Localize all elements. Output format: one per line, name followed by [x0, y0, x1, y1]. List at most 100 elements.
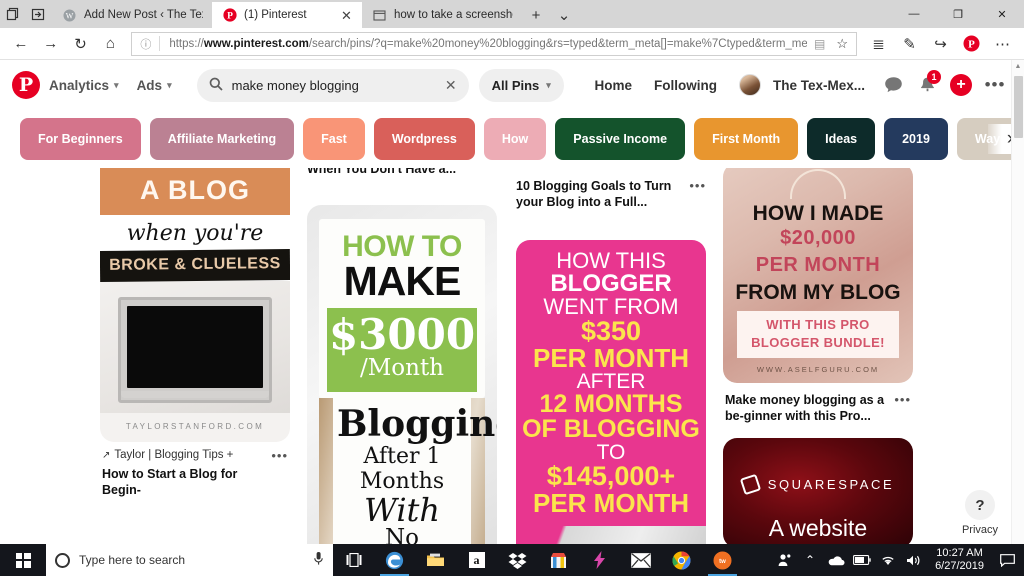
minimize-button[interactable]: — — [892, 0, 936, 28]
pinterest-logo-icon[interactable]: P — [12, 71, 40, 99]
privacy-label[interactable]: Privacy — [950, 524, 1010, 536]
filter-pill-for-beginners[interactable]: For Beginners — [20, 118, 141, 160]
refresh-icon[interactable]: ↻ — [66, 29, 96, 59]
taskbar-app-file-explorer[interactable] — [415, 544, 456, 576]
pin-card-make-3000-per-month[interactable]: HOW TO MAKE $3000 /Month Blogging After … — [307, 205, 497, 544]
filter-pill-first-month[interactable]: First Month — [694, 118, 799, 160]
filter-pill-affiliate-marketing[interactable]: Affiliate Marketing — [149, 118, 295, 160]
taskbar-search-box[interactable]: Type here to search — [46, 544, 333, 576]
pin-image[interactable]: HOW THIS BLOGGER WENT FROM $350 PER MONT… — [516, 240, 706, 544]
pin-image[interactable]: HOW TO MAKE $3000 /Month Blogging After … — [307, 205, 497, 544]
filter-pill-fast[interactable]: Fast — [303, 118, 365, 160]
action-center-icon[interactable] — [992, 544, 1022, 576]
microphone-icon[interactable] — [313, 551, 324, 569]
filter-pill-how[interactable]: How — [483, 118, 547, 160]
account-menu[interactable]: The Tex-Mex... — [728, 74, 876, 96]
tabs-you-set-aside-icon[interactable] — [31, 7, 46, 22]
pin-card-350-to-145000-per-month[interactable]: HOW THIS BLOGGER WENT FROM $350 PER MONT… — [516, 240, 706, 544]
scroll-up-icon[interactable]: ▲ — [1012, 60, 1024, 73]
browser-tab-2[interactable]: how to take a screenshot - I — [362, 2, 522, 28]
taskbar-app-tailwind[interactable]: tw — [702, 544, 743, 576]
svg-text:tw: tw — [719, 559, 726, 565]
onedrive-icon[interactable] — [823, 544, 849, 576]
volume-icon[interactable] — [901, 544, 927, 576]
filter-pill-2019[interactable]: 2019 — [884, 118, 948, 160]
pin-image[interactable]: HOW TO START A BLOG when you're BROKE & … — [100, 168, 290, 442]
start-button[interactable] — [0, 544, 46, 576]
back-icon[interactable]: ← — [6, 29, 36, 59]
scrollbar-thumb[interactable] — [1014, 76, 1023, 138]
pin-more-icon[interactable]: ••• — [271, 448, 288, 463]
taskbar-app-chrome[interactable] — [661, 544, 702, 576]
maximize-button[interactable]: ❐ — [936, 0, 980, 28]
search-input[interactable] — [231, 77, 436, 93]
clear-search-icon[interactable]: ✕ — [445, 77, 457, 94]
taskbar-app-edge[interactable] — [374, 544, 415, 576]
taskbar-app-mail[interactable] — [620, 544, 661, 576]
notifications-button[interactable]: 1 — [910, 68, 944, 102]
home-icon[interactable]: ⌂ — [95, 29, 125, 59]
pin-source[interactable]: ↗ Taylor | Blogging Tips + ••• — [102, 448, 288, 463]
nav-following[interactable]: Following — [643, 78, 728, 93]
wifi-icon[interactable] — [875, 544, 901, 576]
favorite-star-icon[interactable]: ☆ — [832, 36, 852, 52]
filter-pill-passive-income[interactable]: Passive Income — [555, 118, 686, 160]
messages-button[interactable] — [876, 68, 910, 102]
privacy-badge[interactable]: ? Privacy — [950, 490, 1010, 536]
all-pins-dropdown[interactable]: All Pins ▾ — [478, 68, 564, 102]
pin-more-icon[interactable]: ••• — [689, 178, 706, 194]
forward-icon[interactable]: → — [36, 29, 66, 59]
taskbar-app-lightning[interactable] — [579, 544, 620, 576]
browser-tab-0[interactable]: W Add New Post ‹ The Tex-Me — [52, 2, 212, 28]
nav-home[interactable]: Home — [583, 78, 643, 93]
pin-art-l3: WENT FROM — [543, 294, 679, 319]
task-view-button[interactable] — [333, 544, 374, 576]
filter-pill-ideas[interactable]: Ideas — [807, 118, 876, 160]
browser-tab-2-title: how to take a screenshot - I — [394, 9, 513, 21]
nav-analytics[interactable]: Analytics ▾ — [40, 78, 128, 93]
pin-column-1: HOW TO START A BLOG when you're BROKE & … — [100, 168, 290, 512]
pin-art-l2: BLOGGER — [550, 270, 672, 297]
battery-icon[interactable] — [849, 544, 875, 576]
new-tab-button[interactable]: + — [522, 2, 550, 28]
set-tabs-aside-icon[interactable] — [6, 7, 21, 22]
taskbar-app-dropbox[interactable] — [497, 544, 538, 576]
pin-card-how-to-start-a-blog[interactable]: HOW TO START A BLOG when you're BROKE & … — [100, 168, 290, 498]
taskbar-clock[interactable]: 10:27 AM 6/27/2019 — [927, 547, 992, 573]
taskbar-app-amazon[interactable]: a — [456, 544, 497, 576]
site-info-icon[interactable]: ⓘ — [136, 36, 155, 52]
filter-pill-label: Wordpress — [391, 132, 457, 146]
pin-art-l2: MAKE — [343, 257, 462, 304]
help-question-icon[interactable]: ? — [965, 490, 995, 520]
pin-image[interactable]: HOW I MADE $20,000 PER MONTH FROM MY BLO… — [723, 168, 913, 384]
web-notes-icon[interactable]: ✎ — [894, 29, 925, 59]
pinterest-search-box[interactable]: ✕ — [196, 68, 469, 102]
pin-art-l7: 12 MONTHS — [539, 390, 683, 418]
browser-tab-1[interactable]: P (1) Pinterest ✕ — [212, 2, 362, 28]
reading-view-icon[interactable]: ▤ — [811, 37, 828, 51]
people-icon[interactable] — [771, 544, 797, 576]
browser-tab-1-close-icon[interactable]: ✕ — [340, 9, 353, 22]
tab-list-menu-icon[interactable]: ⌄ — [550, 2, 578, 28]
reading-list-icon[interactable]: ≣ — [863, 29, 894, 59]
show-hidden-icons[interactable]: ⌃ — [797, 544, 823, 576]
pinterest-extension-icon[interactable]: P — [956, 29, 987, 59]
all-pins-label: All Pins — [491, 77, 540, 93]
pin-more-icon[interactable]: ••• — [894, 392, 911, 408]
more-options-button[interactable]: ••• — [978, 68, 1012, 102]
pin-card-squarespace-ad[interactable]: SQUARESPACE A website — [723, 438, 913, 544]
share-icon[interactable]: ↪ — [925, 29, 956, 59]
taskbar-app-microsoft-store[interactable] — [538, 544, 579, 576]
address-bar[interactable]: ⓘ https://www.pinterest.com/search/pins/… — [131, 31, 858, 56]
nav-ads[interactable]: Ads ▾ — [128, 78, 181, 93]
filter-pill-wordpress[interactable]: Wordpress — [373, 118, 475, 160]
browser-settings-icon[interactable]: ⋯ — [987, 29, 1018, 59]
page-scrollbar[interactable]: ▲ — [1011, 60, 1024, 544]
pin-card-20000-per-month[interactable]: HOW I MADE $20,000 PER MONTH FROM MY BLO… — [723, 168, 913, 424]
pin-image[interactable]: SQUARESPACE A website — [723, 438, 913, 544]
pin-art-line-blog: A BLOG — [100, 168, 290, 215]
pin-art-l4: $350 — [580, 316, 642, 346]
external-link-icon: ↗ — [102, 450, 111, 461]
close-window-button[interactable]: ✕ — [980, 0, 1024, 28]
create-pin-button[interactable]: + — [944, 68, 978, 102]
